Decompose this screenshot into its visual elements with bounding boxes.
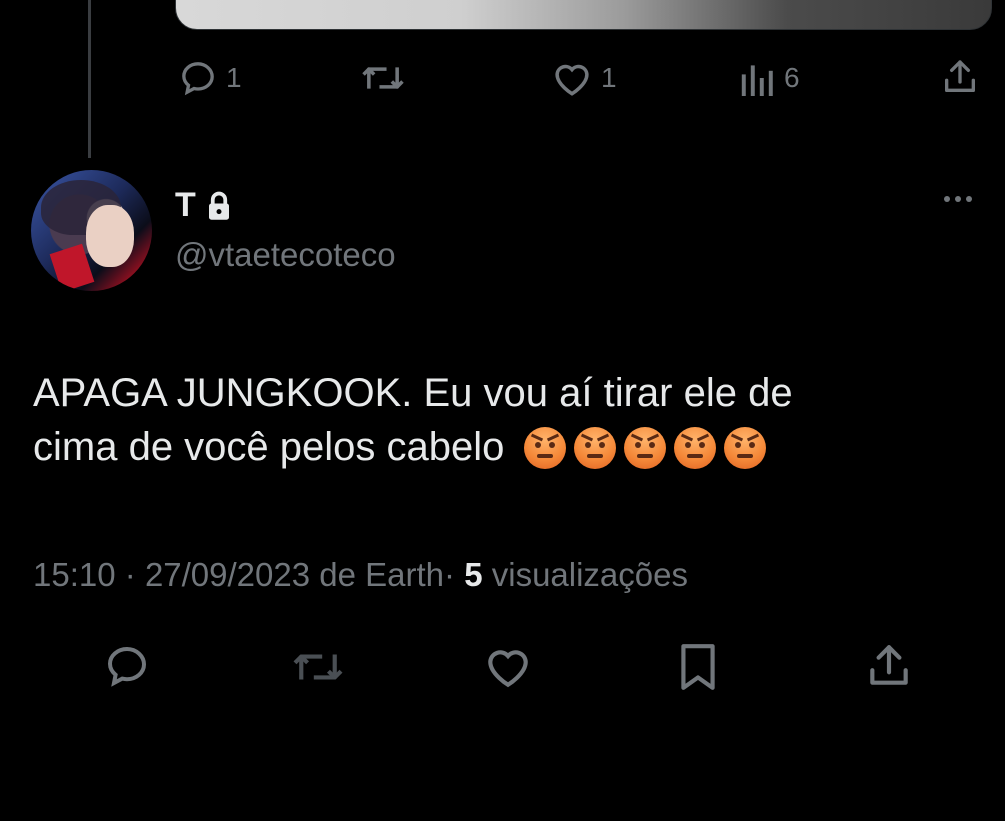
angry-face-emoji	[573, 427, 616, 469]
bookmark-icon	[681, 644, 715, 690]
tweet-time[interactable]: 15:10	[33, 556, 116, 593]
heart-icon	[555, 64, 589, 96]
previous-like-count: 1	[601, 62, 617, 93]
previous-like-button[interactable]: 1	[551, 58, 617, 98]
meta-separator: ·	[124, 556, 136, 593]
more-options-button[interactable]	[944, 196, 972, 202]
retweet-button[interactable]	[290, 644, 346, 690]
previous-share-button[interactable]	[940, 56, 980, 98]
share-icon	[870, 645, 908, 685]
comment-icon	[107, 646, 147, 687]
previous-view-count: 6	[784, 62, 800, 93]
retweet-icon	[362, 67, 404, 89]
previous-reply-count: 1	[226, 62, 242, 93]
tweet-source: de Earth	[319, 556, 445, 593]
tweet-text: APAGA JUNGKOOK. Eu vou aí tirar ele de c…	[33, 366, 983, 474]
author-handle[interactable]: @vtaetecoteco	[175, 236, 396, 274]
tweet-meta: 15:10 · 27/09/2023 de Earth· 5 visualiza…	[33, 556, 688, 594]
heart-icon	[488, 650, 528, 688]
angry-face-emoji	[673, 427, 716, 469]
retweet-icon	[293, 654, 343, 680]
lock-icon	[208, 191, 229, 220]
tweet-date[interactable]: 27/09/2023	[145, 556, 310, 593]
tweet-text-line-2: cima de você pelos cabelo	[33, 425, 505, 469]
meta-separator: ·	[444, 556, 456, 593]
angry-face-emoji	[623, 427, 666, 469]
author-name-row[interactable]: T	[175, 186, 232, 225]
avatar[interactable]	[31, 170, 152, 291]
previous-tweet-media[interactable]	[175, 0, 992, 30]
share-icon	[945, 60, 975, 93]
previous-reply-button[interactable]: 1	[178, 58, 242, 98]
views-count: 5	[464, 556, 483, 593]
like-button[interactable]	[483, 642, 533, 690]
tweet-text-line-1: APAGA JUNGKOOK. Eu vou aí tirar ele de	[33, 371, 793, 415]
thread-connector-line	[88, 0, 91, 158]
angry-face-emoji	[723, 427, 766, 469]
views-label: visualizações	[491, 556, 688, 593]
bookmark-button[interactable]	[677, 642, 719, 692]
previous-views-button[interactable]: 6	[740, 58, 800, 98]
share-button[interactable]	[864, 640, 914, 692]
comment-icon	[182, 62, 214, 96]
reply-button[interactable]	[103, 642, 151, 690]
author-display-name[interactable]: T	[175, 186, 196, 225]
previous-retweet-button[interactable]	[360, 58, 406, 98]
angry-face-emoji	[523, 427, 566, 469]
more-icon	[944, 196, 950, 202]
analytics-icon	[741, 65, 773, 96]
